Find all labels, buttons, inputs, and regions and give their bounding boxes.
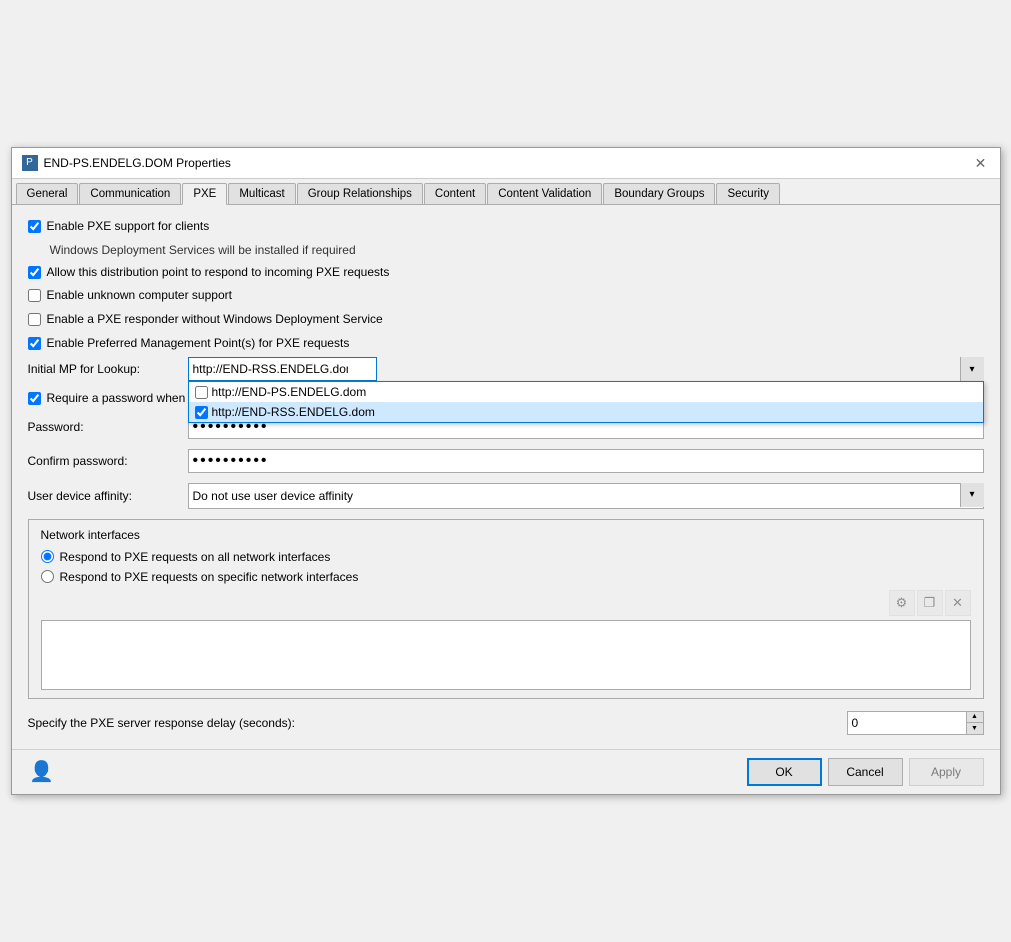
enable-preferred-label: Enable Preferred Management Point(s) for… bbox=[47, 336, 350, 352]
initial-mp-dropdown-wrapper: ▾ http://END-PS.ENDELG.dom http://END-RS… bbox=[188, 357, 984, 381]
wds-subtext: Windows Deployment Services will be inst… bbox=[50, 243, 984, 257]
initial-mp-popup: http://END-PS.ENDELG.dom http://END-RSS.… bbox=[188, 381, 984, 423]
dropdown-item-1-checkbox[interactable] bbox=[195, 406, 208, 419]
initial-mp-input[interactable] bbox=[188, 357, 377, 381]
pxe-content: Enable PXE support for clients Windows D… bbox=[12, 205, 1000, 749]
delay-spin-up[interactable]: ▲ bbox=[967, 712, 983, 723]
network-interfaces-title: Network interfaces bbox=[41, 528, 971, 542]
confirm-pw-label: Confirm password: bbox=[28, 454, 188, 468]
delay-spin-buttons: ▲ ▼ bbox=[967, 711, 984, 735]
user-avatar-icon: 👤 bbox=[29, 759, 54, 784]
window-title: END-PS.ENDELG.DOM Properties bbox=[44, 156, 231, 170]
ok-button[interactable]: OK bbox=[747, 758, 822, 786]
enable-pxe-row: Enable PXE support for clients bbox=[28, 219, 984, 235]
bottom-bar: 👤 OK Cancel Apply bbox=[12, 749, 1000, 794]
chevron-down-icon: ▾ bbox=[969, 364, 974, 375]
network-interfaces-group: Network interfaces Respond to PXE reques… bbox=[28, 519, 984, 699]
affinity-dropdown-wrapper: Do not use user device affinity Allow wi… bbox=[188, 483, 984, 509]
delay-spinner-wrapper: ▲ ▼ bbox=[847, 711, 984, 735]
delay-spin-down[interactable]: ▼ bbox=[967, 723, 983, 734]
initial-mp-row: Initial MP for Lookup: ▾ http://END-PS.E… bbox=[28, 357, 984, 381]
window-icon: P bbox=[22, 155, 38, 171]
tab-security[interactable]: Security bbox=[716, 183, 780, 204]
allow-incoming-row: Allow this distribution point to respond… bbox=[28, 265, 984, 281]
initial-mp-arrow[interactable]: ▾ bbox=[960, 357, 984, 381]
tab-pxe[interactable]: PXE bbox=[182, 183, 227, 205]
tab-communication[interactable]: Communication bbox=[79, 183, 181, 204]
tab-content-validation[interactable]: Content Validation bbox=[487, 183, 602, 204]
cancel-button[interactable]: Cancel bbox=[828, 758, 903, 786]
enable-unknown-row: Enable unknown computer support bbox=[28, 288, 984, 304]
gear-icon: ⚙ bbox=[896, 595, 908, 611]
add-interface-button[interactable]: ⚙ bbox=[889, 590, 915, 616]
delete-icon: ✕ bbox=[952, 595, 963, 611]
tab-group-relationships[interactable]: Group Relationships bbox=[297, 183, 423, 204]
enable-responder-checkbox[interactable] bbox=[28, 313, 41, 326]
radio-specific-interfaces[interactable] bbox=[41, 570, 54, 583]
tab-general[interactable]: General bbox=[16, 183, 79, 204]
affinity-select[interactable]: Do not use user device affinity Allow wi… bbox=[188, 483, 984, 509]
titlebar: P END-PS.ENDELG.DOM Properties ✕ bbox=[12, 148, 1000, 179]
titlebar-left: P END-PS.ENDELG.DOM Properties bbox=[22, 155, 231, 171]
enable-unknown-checkbox[interactable] bbox=[28, 289, 41, 302]
up-arrow-icon: ▲ bbox=[971, 713, 978, 720]
main-window: P END-PS.ENDELG.DOM Properties ✕ General… bbox=[11, 147, 1001, 795]
delay-row: Specify the PXE server response delay (s… bbox=[28, 711, 984, 735]
dropdown-item-0[interactable]: http://END-PS.ENDELG.dom bbox=[189, 382, 983, 402]
dropdown-item-0-label: http://END-PS.ENDELG.dom bbox=[212, 385, 367, 399]
enable-pxe-label: Enable PXE support for clients bbox=[47, 219, 210, 235]
radio-all-interfaces[interactable] bbox=[41, 550, 54, 563]
close-button[interactable]: ✕ bbox=[972, 154, 990, 172]
enable-preferred-row: Enable Preferred Management Point(s) for… bbox=[28, 336, 984, 352]
tab-bar: General Communication PXE Multicast Grou… bbox=[12, 179, 1000, 205]
dropdown-item-1[interactable]: http://END-RSS.ENDELG.dom bbox=[189, 402, 983, 422]
enable-preferred-checkbox[interactable] bbox=[28, 337, 41, 350]
delete-interface-button[interactable]: ✕ bbox=[945, 590, 971, 616]
confirm-pw-row: Confirm password: bbox=[28, 449, 984, 473]
enable-responder-label: Enable a PXE responder without Windows D… bbox=[47, 312, 383, 328]
delay-label: Specify the PXE server response delay (s… bbox=[28, 716, 847, 730]
copy-interface-button[interactable]: ❐ bbox=[917, 590, 943, 616]
delay-input[interactable] bbox=[847, 711, 967, 735]
dialog-buttons: OK Cancel Apply bbox=[747, 758, 984, 786]
affinity-label: User device affinity: bbox=[28, 489, 188, 503]
enable-responder-row: Enable a PXE responder without Windows D… bbox=[28, 312, 984, 328]
initial-mp-label: Initial MP for Lookup: bbox=[28, 362, 188, 376]
network-interfaces-list[interactable] bbox=[41, 620, 971, 690]
down-arrow-icon: ▼ bbox=[971, 725, 978, 732]
close-icon: ✕ bbox=[975, 155, 987, 172]
require-pw-checkbox[interactable] bbox=[28, 392, 41, 405]
allow-incoming-label: Allow this distribution point to respond… bbox=[47, 265, 390, 281]
dropdown-item-0-checkbox[interactable] bbox=[195, 386, 208, 399]
enable-unknown-label: Enable unknown computer support bbox=[47, 288, 232, 304]
allow-incoming-checkbox[interactable] bbox=[28, 266, 41, 279]
affinity-row: User device affinity: Do not use user de… bbox=[28, 483, 984, 509]
enable-pxe-checkbox[interactable] bbox=[28, 220, 41, 233]
radio-specific-row: Respond to PXE requests on specific netw… bbox=[41, 570, 971, 584]
dropdown-item-1-label: http://END-RSS.ENDELG.dom bbox=[212, 405, 375, 419]
network-icon-toolbar: ⚙ ❐ ✕ bbox=[41, 590, 971, 616]
apply-button[interactable]: Apply bbox=[909, 758, 984, 786]
password-label: Password: bbox=[28, 420, 188, 434]
confirm-pw-input[interactable] bbox=[188, 449, 984, 473]
tab-content[interactable]: Content bbox=[424, 183, 486, 204]
user-icon: 👤 bbox=[28, 758, 56, 786]
radio-all-label: Respond to PXE requests on all network i… bbox=[60, 550, 331, 564]
tab-boundary-groups[interactable]: Boundary Groups bbox=[603, 183, 715, 204]
tab-multicast[interactable]: Multicast bbox=[228, 183, 295, 204]
radio-all-row: Respond to PXE requests on all network i… bbox=[41, 550, 971, 564]
radio-specific-label: Respond to PXE requests on specific netw… bbox=[60, 570, 359, 584]
copy-icon: ❐ bbox=[924, 595, 936, 611]
